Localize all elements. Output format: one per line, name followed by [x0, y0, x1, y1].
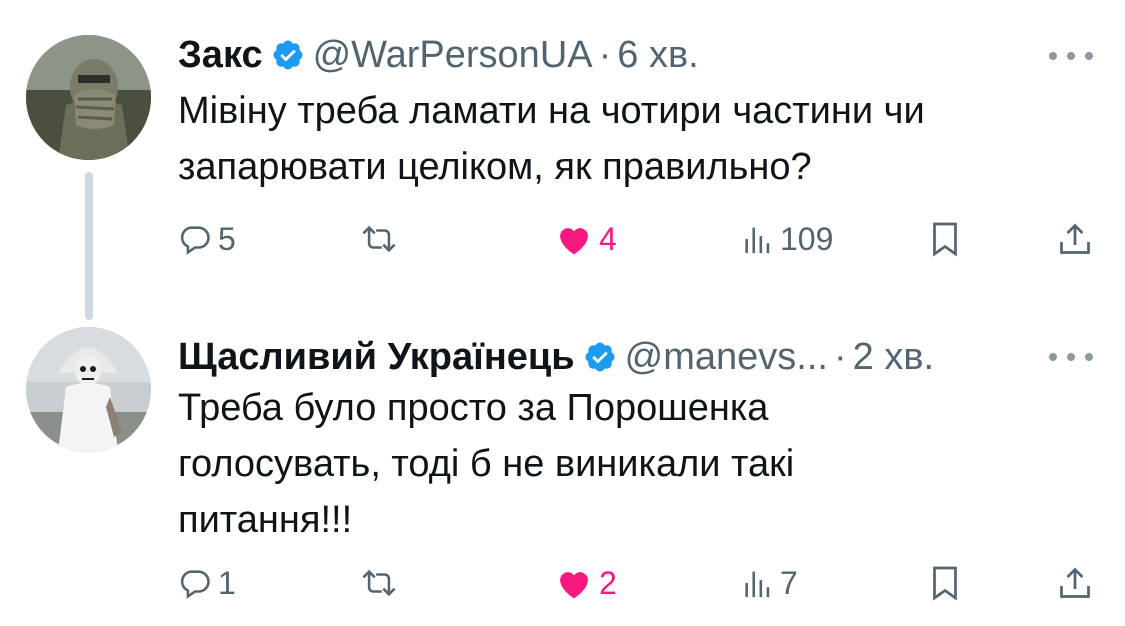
verified-badge-icon[interactable]: [583, 340, 617, 374]
views-icon: [745, 227, 770, 254]
more-icon[interactable]: [1049, 347, 1093, 367]
views-count: 7: [780, 564, 798, 601]
tweet-text-line: Мівіну треба ламати на чотири частини чи: [178, 90, 925, 132]
author-handle[interactable]: @WarPersonUA: [313, 34, 593, 77]
avatar[interactable]: [26, 327, 151, 452]
retweet-icon: [362, 225, 396, 253]
reply-button[interactable]: 1: [178, 558, 236, 608]
author-name[interactable]: Закс: [178, 34, 263, 77]
bookmark-button[interactable]: [930, 558, 960, 608]
bookmark-button[interactable]: [930, 214, 960, 264]
tweet-text: Треба було просто за Порошенка голосуват…: [178, 380, 1078, 548]
more-icon[interactable]: [1049, 46, 1093, 66]
retweet-button[interactable]: [358, 214, 400, 264]
tweet-text-line: запарювати целіком, як правильно?: [178, 146, 812, 188]
share-button[interactable]: [1058, 214, 1092, 264]
tweet-text: Мівіну треба ламати на чотири частини чи…: [178, 83, 1078, 195]
timestamp[interactable]: 6 хв.: [617, 34, 698, 77]
bookmark-icon: [933, 566, 957, 601]
action-bar: 5 4 109: [0, 214, 1125, 264]
views-icon: [745, 571, 770, 598]
reply-count: 1: [218, 564, 236, 601]
share-icon: [1060, 223, 1090, 254]
author-handle[interactable]: @manevs...: [625, 336, 828, 379]
reply-button[interactable]: 5: [178, 214, 236, 264]
timestamp[interactable]: 2 хв.: [853, 336, 934, 379]
action-bar: 1 2 7: [0, 558, 1125, 608]
tweet-text-line: Треба було просто за Порошенка: [178, 387, 769, 429]
share-button[interactable]: [1058, 558, 1092, 608]
heart-icon: [560, 228, 588, 255]
reply-icon: [180, 570, 210, 599]
like-count: 2: [599, 564, 617, 601]
verified-badge-icon[interactable]: [271, 38, 305, 72]
like-button[interactable]: 2: [555, 558, 617, 608]
views-count: 109: [780, 220, 834, 257]
separator-dot: ·: [598, 33, 612, 76]
separator-dot: ·: [833, 335, 847, 378]
tweet-text-line: голосувать, тоді б не виникали такі: [178, 443, 795, 485]
heart-icon: [560, 572, 588, 599]
bookmark-icon: [933, 222, 957, 257]
views-button[interactable]: 109: [742, 214, 833, 264]
tweet[interactable]: Щасливий Українець @manevs... · 2 хв. Тр…: [0, 310, 1125, 626]
reply-count: 5: [218, 220, 236, 257]
retweet-button[interactable]: [358, 558, 400, 608]
share-icon: [1060, 567, 1090, 598]
author-name[interactable]: Щасливий Українець: [178, 336, 575, 379]
tweet-header: Закс @WarPersonUA · 6 хв.: [178, 30, 699, 80]
like-button[interactable]: 4: [555, 214, 617, 264]
tweet-text-line: питання!!!: [178, 499, 353, 541]
avatar[interactable]: [26, 35, 151, 160]
retweet-icon: [362, 569, 396, 597]
reply-icon: [180, 226, 210, 255]
tweet-header: Щасливий Українець @manevs... · 2 хв.: [178, 332, 934, 382]
like-count: 4: [599, 220, 617, 257]
tweet[interactable]: Закс @WarPersonUA · 6 хв. Мівіну треба л…: [0, 0, 1125, 320]
views-button[interactable]: 7: [742, 558, 798, 608]
